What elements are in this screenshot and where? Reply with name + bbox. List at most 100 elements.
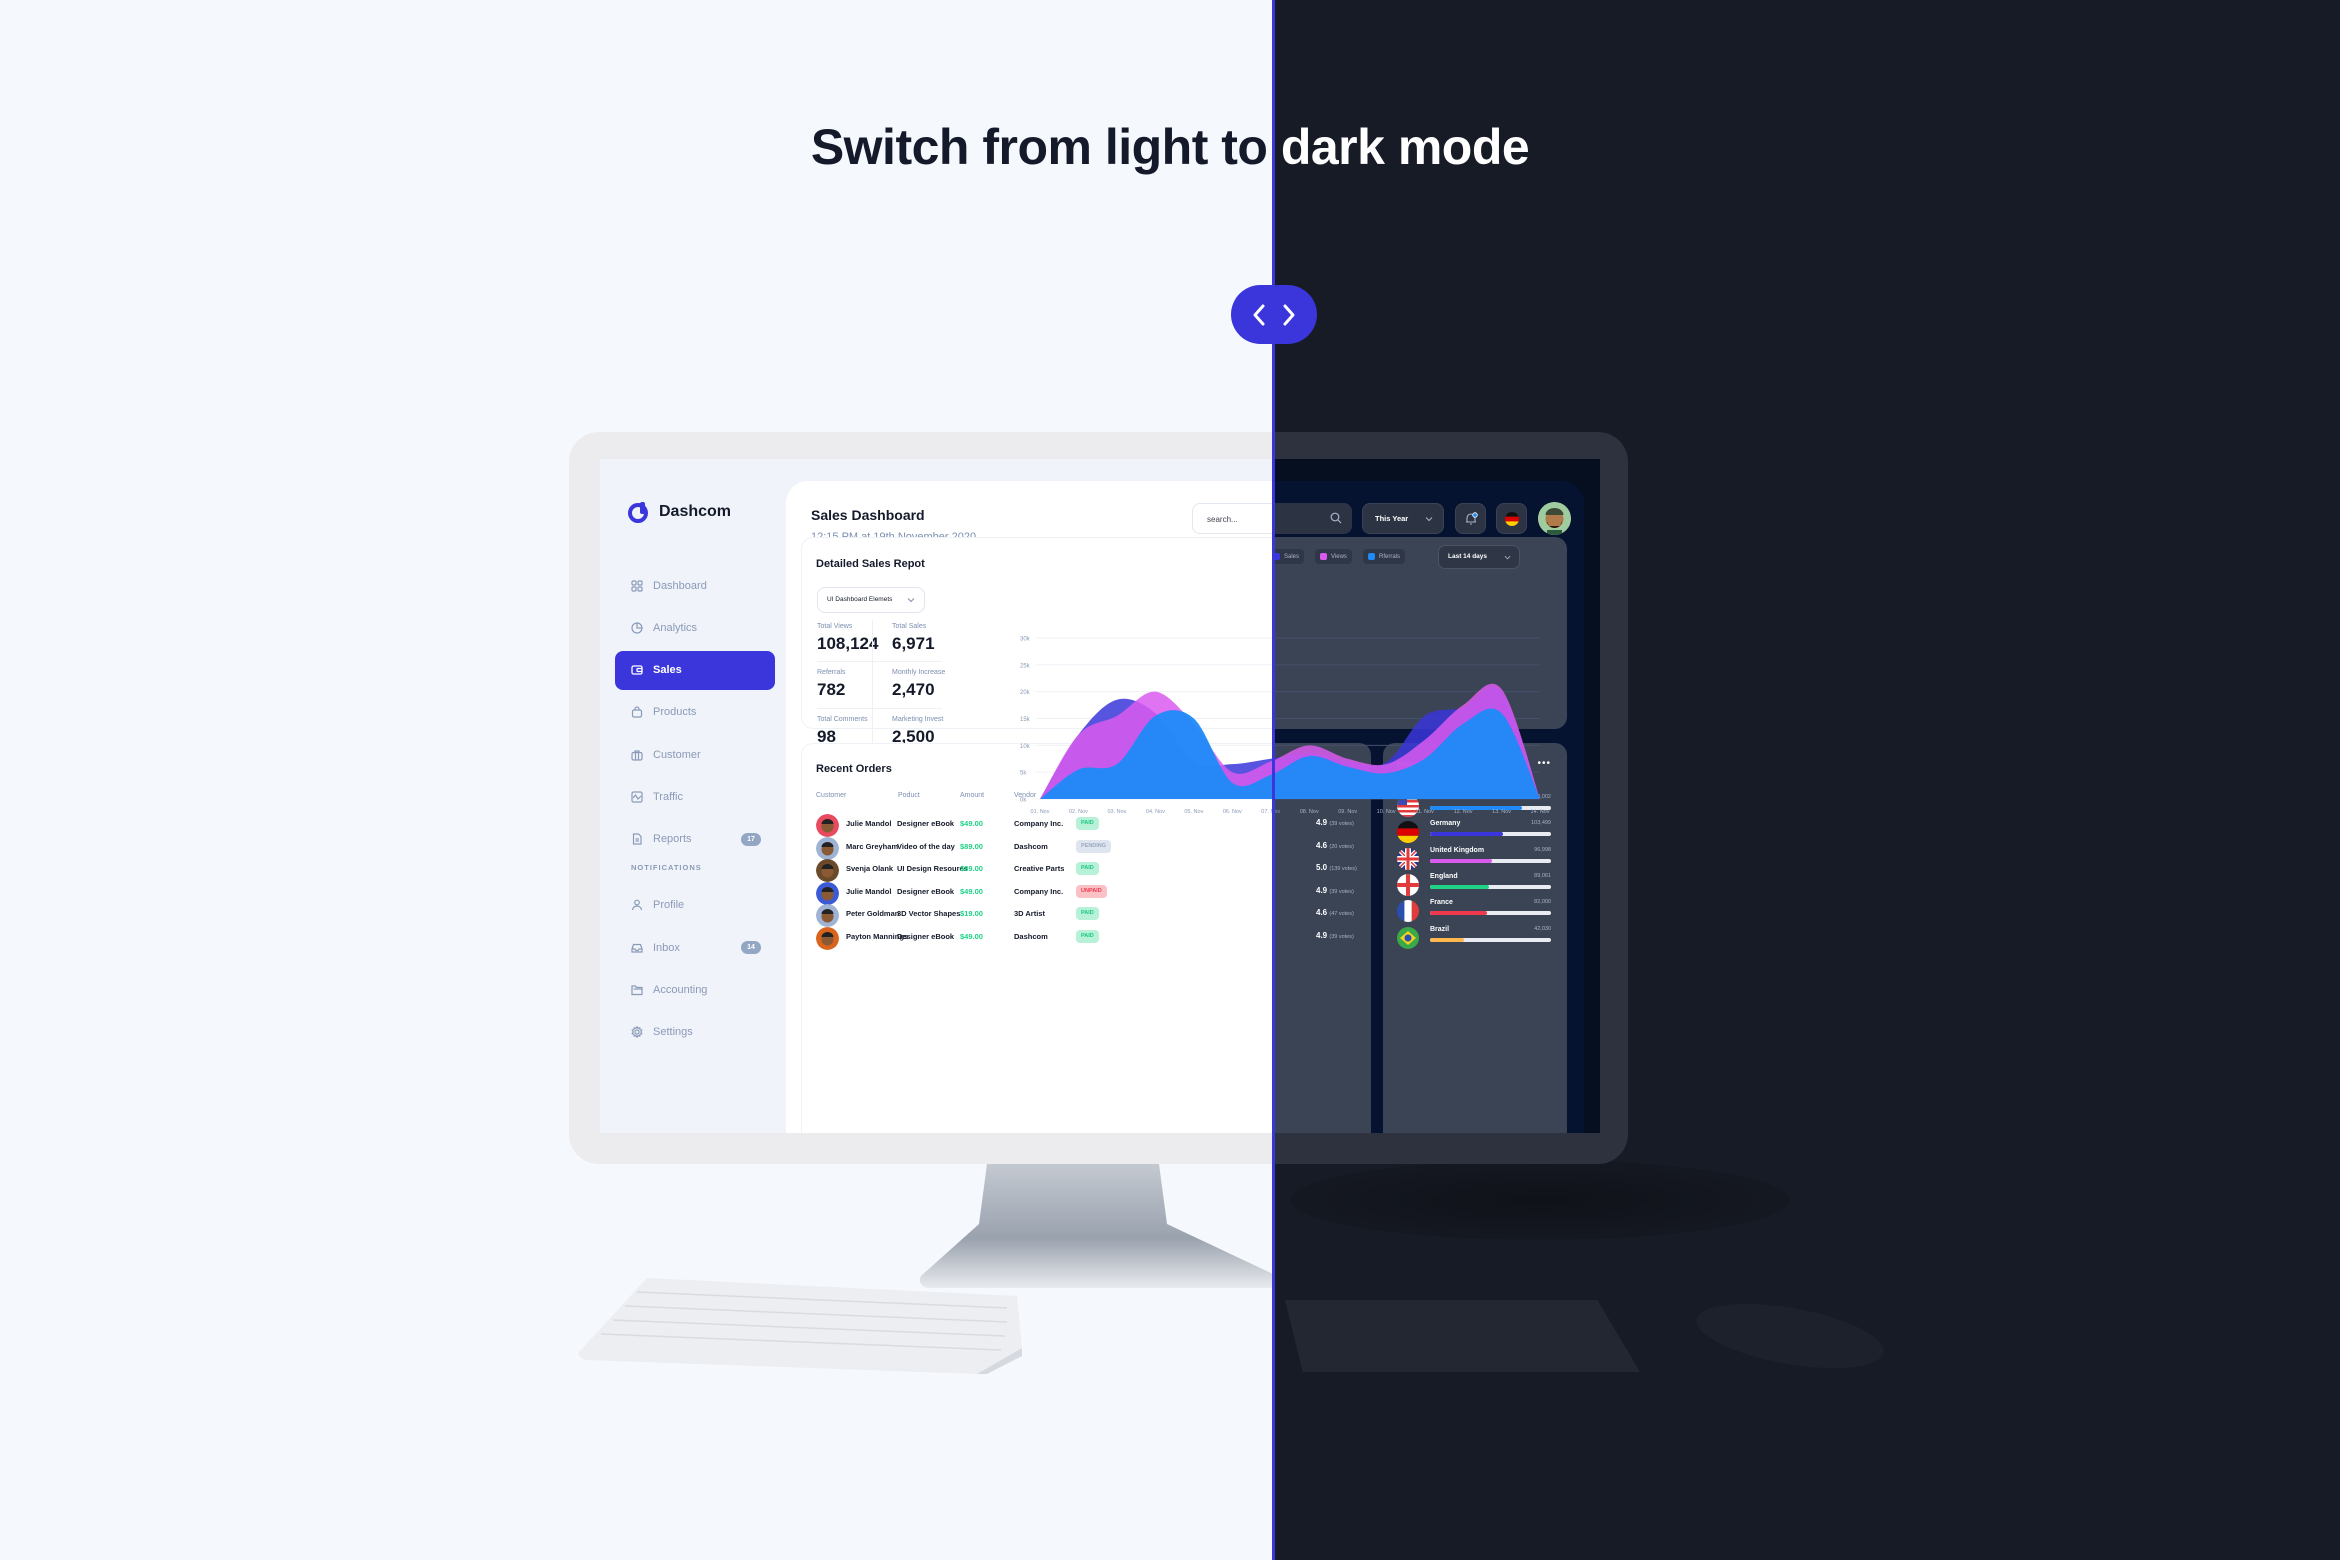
sidebar-item-reports[interactable]: Reports 17 bbox=[615, 820, 775, 859]
sidebar-item-label: Reports bbox=[653, 833, 692, 846]
table-row[interactable]: Svenja Olank UI Design Resoures $89.00 Crea… bbox=[802, 859, 1273, 883]
country-progress-fill bbox=[1430, 937, 1464, 942]
country-row[interactable]: Germany 103,499 bbox=[1397, 819, 1557, 845]
sidebar-item-label: Analytics bbox=[653, 621, 698, 634]
search-input-dark[interactable] bbox=[1273, 503, 1352, 534]
sidebar-item-inbox[interactable]: Inbox 14 bbox=[615, 928, 775, 967]
period-select-value: This Year bbox=[1375, 514, 1409, 523]
traffic-chart-icon bbox=[631, 791, 643, 803]
elements-filter-select[interactable]: UI Dashboard Elemets bbox=[817, 587, 925, 613]
customer-name: Marc Greyham bbox=[846, 841, 899, 851]
table-row[interactable]: Julie Mandol Designer eBook $49.00 Company … bbox=[802, 814, 1273, 837]
country-name: England bbox=[1430, 872, 1458, 880]
table-row[interactable]: Peter Goldman 3D Vector Shapes $19.00 3D Ar… bbox=[802, 904, 1273, 928]
table-row[interactable]: Marc Greyham Video of the day $89.00 Dashco… bbox=[802, 836, 1273, 860]
rating-votes: (39 votes) bbox=[1329, 821, 1354, 827]
status-badge: PAID bbox=[1076, 907, 1099, 921]
mode-toggle-button[interactable] bbox=[1231, 285, 1317, 344]
app-name: Dashcom bbox=[659, 503, 732, 520]
status-badge: PAID bbox=[1076, 817, 1099, 830]
briefcase-icon bbox=[631, 750, 643, 761]
user-avatar[interactable] bbox=[1538, 502, 1571, 535]
stat-total-sales: Total Sales 6,971 bbox=[892, 623, 977, 654]
sidebar-item-label: Inbox bbox=[653, 941, 680, 954]
product-name: Designer eBook bbox=[897, 886, 955, 896]
country-name: United States bbox=[1430, 794, 1475, 801]
app-logo[interactable]: Dashcom bbox=[627, 501, 731, 523]
legend-item-views[interactable]: Views bbox=[1315, 549, 1352, 564]
sidebar-item-traffic[interactable]: Traffic bbox=[615, 777, 775, 816]
wallet-icon bbox=[631, 665, 643, 675]
order-amount: $89.00 bbox=[960, 864, 983, 874]
avatar-illustration bbox=[1538, 502, 1571, 535]
rating-votes: (39 votes) bbox=[1329, 934, 1354, 940]
desk-shadow bbox=[1290, 1160, 1790, 1240]
sidebar-item-profile[interactable]: Profile bbox=[615, 886, 775, 925]
order-amount: $49.00 bbox=[960, 932, 983, 941]
sidebar-item-dashboard[interactable]: Dashboard bbox=[615, 566, 775, 605]
country-row[interactable]: Brazil 42,030 bbox=[1397, 925, 1557, 951]
headline: Switch from light to dark mode Switch fr… bbox=[0, 118, 2340, 182]
sidebar-item-sales[interactable]: Sales bbox=[615, 650, 775, 690]
sidebar-item-label: Products bbox=[653, 706, 697, 719]
mode-divider[interactable] bbox=[1272, 0, 1275, 1560]
rating-votes: (39 votes) bbox=[1329, 888, 1354, 895]
rating-votes: (47 votes) bbox=[1329, 911, 1354, 918]
orders-title: Recent Orders bbox=[816, 763, 892, 775]
light-mode-dashboard: Dashcom Dashboard Analytics Sales Produc… bbox=[600, 459, 1273, 1133]
chevron-right-icon bbox=[1283, 304, 1295, 325]
vendor-name: Dashcom bbox=[1014, 932, 1048, 941]
customer-avatar bbox=[816, 814, 839, 837]
sidebar-item-label: Dashboard bbox=[653, 579, 707, 592]
sidebar-item-label: Sales bbox=[653, 664, 682, 677]
product-name: Video of the day bbox=[897, 841, 955, 851]
recent-orders-card-dark: Rating 4.9 (39 votes) 4.6 (20 votes) 5.0 (… bbox=[1273, 743, 1371, 1133]
table-row[interactable]: Julie Mandol Designer eBook $49.00 Company … bbox=[802, 881, 1273, 905]
country-row[interactable]: United States 110,002 bbox=[1397, 793, 1557, 819]
country-value: 96,998 bbox=[1534, 846, 1551, 853]
sidebar-item-products[interactable]: Products bbox=[615, 693, 775, 732]
sidebar-item-analytics[interactable]: Analytics bbox=[615, 608, 775, 647]
vendor-name: 3D Artist bbox=[1014, 909, 1045, 919]
legend-swatch bbox=[1368, 553, 1375, 560]
rating-value: 4.9 bbox=[1316, 818, 1328, 827]
main-panel: Sales Dashboard 12:15 PM at 19th Novembe… bbox=[786, 481, 1273, 1133]
sales-report-card-dark: Sales Views Rferrals Last 14 days bbox=[1273, 537, 1567, 729]
language-button[interactable] bbox=[1496, 503, 1527, 534]
country-value: 103,499 bbox=[1531, 820, 1551, 827]
search-input[interactable]: search... bbox=[1192, 503, 1273, 534]
customer-name: Julie Mandol bbox=[846, 886, 892, 896]
sidebar-item-label: Accounting bbox=[653, 983, 708, 996]
gear-icon bbox=[631, 1026, 643, 1039]
period-select[interactable]: This Year bbox=[1362, 503, 1444, 534]
stats-divider bbox=[872, 620, 873, 758]
column-header-amount: Amount bbox=[960, 792, 985, 799]
table-row[interactable]: Payton Mannings Designer eBook $49.00 Dashc… bbox=[802, 927, 1273, 950]
country-row[interactable]: France 82,000 bbox=[1397, 898, 1557, 924]
sidebar-nav: Dashboard Analytics Sales Products Custo… bbox=[615, 566, 775, 1055]
country-row[interactable]: United Kingdom 96,998 bbox=[1397, 846, 1557, 872]
sidebar-item-label: Profile bbox=[653, 899, 685, 912]
country-progress-track bbox=[1430, 937, 1551, 942]
rating-votes: (20 votes) bbox=[1329, 843, 1354, 850]
notifications-button[interactable] bbox=[1455, 503, 1486, 534]
sidebar-item-settings[interactable]: Settings bbox=[615, 1013, 775, 1052]
legend-label: Rferrals bbox=[1379, 553, 1401, 560]
country-row[interactable]: England 89,061 bbox=[1397, 872, 1557, 898]
legend-item-sales[interactable]: Sales bbox=[1273, 549, 1305, 564]
pie-chart-icon bbox=[631, 622, 643, 634]
france-flag-icon bbox=[1397, 900, 1419, 923]
sidebar-item-accounting[interactable]: Accounting bbox=[615, 970, 775, 1009]
sidebar-item-customer[interactable]: Customer bbox=[615, 735, 775, 774]
legend-item-referrals[interactable]: Rferrals bbox=[1363, 549, 1406, 564]
sidebar-item-label: Traffic bbox=[653, 790, 683, 803]
sales-report-title: Detailed Sales Repot bbox=[816, 558, 925, 570]
status-badge: PAID bbox=[1076, 930, 1099, 943]
range-select[interactable]: Last 14 days bbox=[1438, 545, 1520, 569]
status-badge: UNPAID bbox=[1076, 884, 1107, 898]
order-amount: $19.00 bbox=[960, 909, 983, 919]
order-amount: $49.00 bbox=[960, 886, 983, 896]
legend-swatch bbox=[1320, 553, 1327, 560]
more-dots-icon[interactable]: ••• bbox=[1537, 759, 1551, 769]
country-name: United Kingdom bbox=[1430, 846, 1485, 854]
